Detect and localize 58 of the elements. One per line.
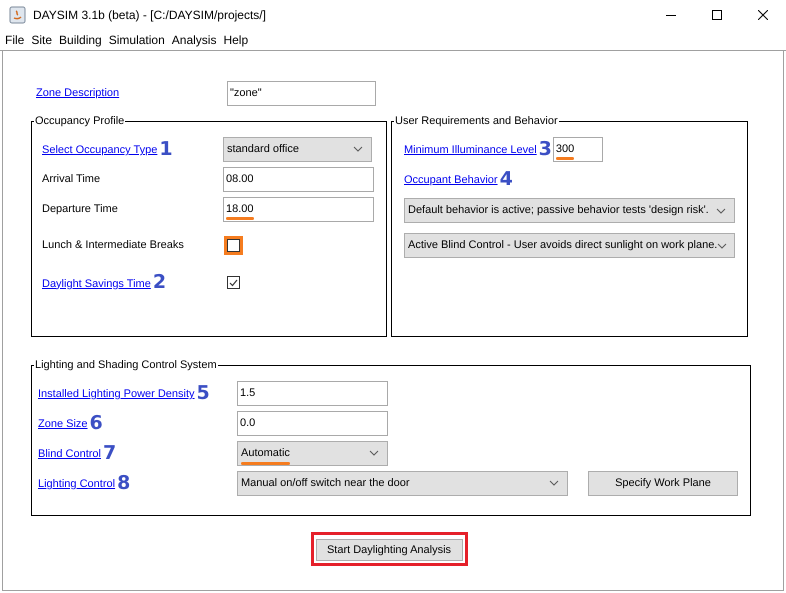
dropdown[interactable]: Manual on/off switch near the door [237, 470, 568, 496]
text-field[interactable]: 18.00 [223, 196, 374, 222]
menu-item[interactable]: Analysis [172, 31, 216, 49]
step-number: 1 [159, 140, 173, 158]
help-link[interactable]: Installed Lighting Power Density [38, 386, 195, 402]
text-field[interactable]: 300 [552, 136, 603, 162]
menu-item[interactable]: Site [31, 31, 52, 49]
menu-item[interactable]: Building [59, 31, 102, 49]
chevron-down-icon [549, 480, 559, 486]
maximize-icon [712, 10, 722, 20]
text-field[interactable]: 08.00 [223, 166, 374, 192]
highlight-underline [556, 157, 574, 160]
help-link[interactable]: Minimum Illuminance Level [404, 142, 537, 158]
step-number: 5 [196, 384, 210, 402]
field-label: Lunch & Intermediate Breaks [42, 238, 184, 254]
menu-item[interactable]: File [5, 31, 24, 49]
help-link[interactable]: Occupant Behavior [404, 172, 498, 188]
help-link[interactable]: Blind Control [38, 446, 101, 462]
chevron-down-icon [717, 242, 728, 248]
step-number: 3 [538, 140, 552, 158]
chevron-down-icon [369, 450, 379, 456]
step-number: 8 [117, 474, 130, 492]
field-label: Departure Time [42, 202, 118, 217]
specify-work-plane-button[interactable]: Specify Work Plane [588, 470, 738, 496]
window-title: DAYSIM 3.1b (beta) - [C:/DAYSIM/projects/] [33, 7, 266, 24]
step-number: 2 [152, 273, 166, 292]
menu-item[interactable]: Help [223, 31, 248, 49]
close-icon [758, 10, 768, 20]
start-analysis-button[interactable]: Start Daylighting Analysis [316, 539, 462, 562]
dropdown[interactable]: standard office [223, 136, 372, 162]
step-number: 6 [90, 414, 103, 432]
app-icon [9, 6, 26, 24]
dropdown[interactable]: Automatic [237, 440, 388, 466]
group-title: User Requirements and Behavior [394, 114, 559, 128]
checkbox[interactable] [227, 276, 240, 289]
highlight-underline [226, 217, 254, 220]
help-link[interactable]: Lighting Control [38, 476, 116, 492]
step-number: 7 [102, 444, 116, 462]
help-link[interactable]: Zone Size [38, 416, 88, 432]
dropdown[interactable]: Active Blind Control - User avoids direct sunlight on work plane. [404, 233, 735, 258]
help-link[interactable]: Zone Description [36, 85, 120, 102]
chevron-down-icon [353, 146, 363, 152]
help-link[interactable]: Select Occupancy Type [42, 142, 158, 158]
group-title: Lighting and Shading Control System [34, 358, 218, 372]
dropdown[interactable]: Default behavior is active; passive behavior tests 'design risk'. [404, 198, 735, 223]
field-label: Arrival Time [42, 172, 100, 187]
text-field[interactable]: "zone" [227, 81, 376, 106]
chevron-down-icon [716, 208, 726, 214]
help-link[interactable]: Daylight Savings Time [42, 276, 151, 292]
checkbox[interactable] [227, 239, 240, 252]
text-field[interactable]: 0.0 [237, 410, 388, 436]
highlight-underline [241, 462, 290, 466]
checkmark-icon [229, 278, 238, 286]
step-number: 4 [500, 170, 513, 188]
minimize-icon [666, 14, 676, 16]
text-field[interactable]: 1.5 [237, 380, 388, 406]
group-title: Occupancy Profile [34, 114, 126, 128]
menu-item[interactable]: Simulation [108, 31, 165, 49]
